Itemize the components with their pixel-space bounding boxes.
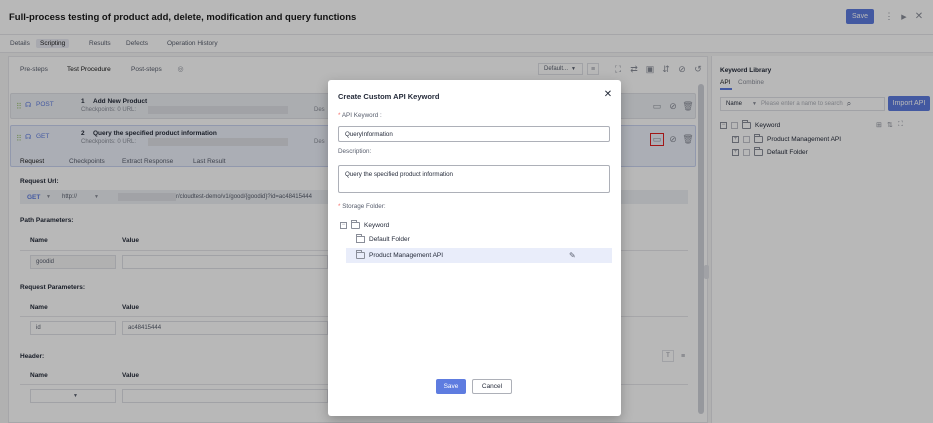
- folder-icon: [356, 250, 365, 259]
- storage-folder-label-text: Storage Folder:: [342, 203, 386, 210]
- folder-item-label: Product Management API: [369, 252, 444, 259]
- dialog-save-button[interactable]: Save: [436, 379, 466, 394]
- folder-item-label: Default Folder: [369, 236, 410, 243]
- dialog-cancel-button[interactable]: Cancel: [472, 379, 512, 394]
- folder-tree-item-default[interactable]: Default Folder: [356, 234, 410, 243]
- collapse-icon[interactable]: −: [340, 222, 347, 229]
- api-keyword-label: * API Keyword :: [338, 112, 382, 119]
- folder-icon: [351, 220, 360, 229]
- description-label: Description:: [338, 148, 372, 155]
- close-icon[interactable]: ✕: [602, 88, 614, 100]
- dialog-title: Create Custom API Keyword: [338, 92, 440, 101]
- storage-folder-label: * Storage Folder:: [338, 203, 386, 210]
- folder-tree-root-label: Keyword: [364, 222, 390, 229]
- folder-tree-item-product-management[interactable]: Product Management API: [356, 250, 444, 259]
- create-keyword-dialog: Create Custom API Keyword ✕ * API Keywor…: [328, 80, 621, 416]
- folder-tree-root[interactable]: − Keyword: [340, 220, 390, 229]
- edit-icon[interactable]: ✎: [569, 251, 576, 260]
- api-keyword-input[interactable]: QueryInformation: [338, 126, 610, 142]
- default-folder-icon: [356, 234, 365, 243]
- api-keyword-label-text: API Keyword :: [341, 112, 382, 119]
- description-textarea[interactable]: Query the specified product information: [338, 165, 610, 193]
